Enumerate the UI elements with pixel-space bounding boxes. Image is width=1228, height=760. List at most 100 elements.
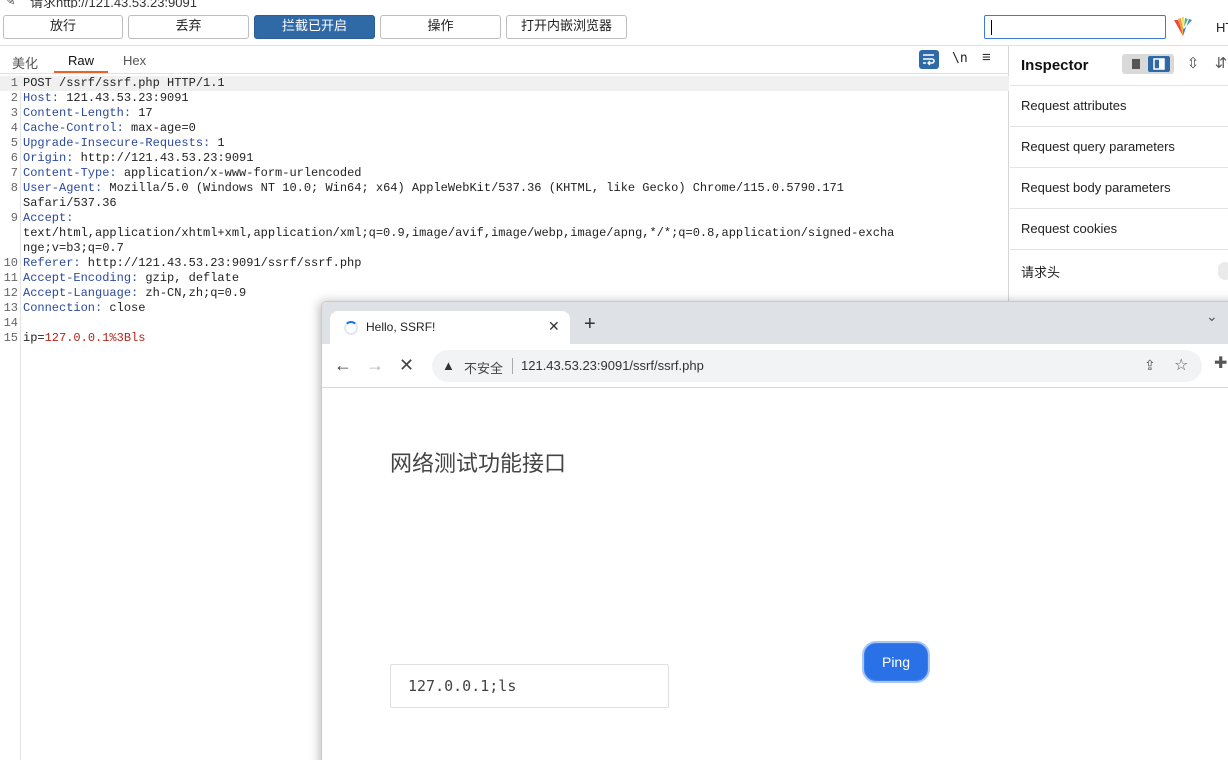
search-input[interactable] [984, 15, 1166, 39]
line-content: Origin: http://121.43.53.23:9091 [23, 151, 253, 166]
drop-button[interactable]: 丢弃 [128, 15, 249, 39]
code-line[interactable]: 6 Origin: http://121.43.53.23:9091 [0, 151, 1009, 166]
inspector-row-request-attributes[interactable]: Request attributes [1010, 85, 1228, 126]
address-divider [512, 358, 513, 374]
browser-tab-strip: Hello, SSRF! ✕ + ⌄ [322, 302, 1228, 344]
header-key: Upgrade-Insecure-Requests: [23, 136, 211, 150]
intercept-toggle-button[interactable]: 拦截已开启 [254, 15, 375, 39]
line-content: Referer: http://121.43.53.23:9091/ssrf/s… [23, 256, 361, 271]
extensions-puzzle-icon[interactable]: ✚ [1214, 353, 1227, 373]
tab-pretty[interactable]: 美化 [12, 53, 38, 72]
chevron-down-icon[interactable]: ⌄ [1206, 308, 1218, 325]
code-line[interactable]: 10 Referer: http://121.43.53.23:9091/ssrf… [0, 256, 1009, 271]
line-number: 3 [10, 106, 18, 120]
wrap-icon [923, 54, 935, 66]
tab-hex[interactable]: Hex [123, 53, 146, 68]
line-number: 2 [10, 91, 18, 105]
browser-tab[interactable]: Hello, SSRF! ✕ [330, 311, 570, 344]
header-key: Connection: [23, 301, 103, 315]
collapse-all-icon[interactable]: ⇵ [1212, 54, 1228, 74]
header-key: Accept-Language: [23, 286, 139, 300]
warning-icon[interactable]: ▲ [442, 358, 455, 373]
header-key: User-Agent: [23, 181, 103, 195]
code-line[interactable]: 5 Upgrade-Insecure-Requests: 1 [0, 136, 1009, 151]
pencil-icon: ✎ [4, 0, 16, 8]
inspector-row-cookies[interactable]: Request cookies [1010, 208, 1228, 249]
open-browser-button[interactable]: 打开内嵌浏览器 [506, 15, 627, 39]
request-title-bar: ✎ 请求http://121.43.53.23:9091 [0, 0, 1228, 8]
bookmark-star-icon[interactable]: ☆ [1174, 355, 1188, 375]
line-number: 14 [3, 316, 18, 330]
code-line[interactable]: 9 Accept: [0, 211, 1009, 226]
header-key: Cache-Control: [23, 121, 124, 135]
inspector-row-query-params[interactable]: Request query parameters [1010, 126, 1228, 167]
line-number: 6 [10, 151, 18, 165]
ip-input[interactable]: 127.0.0.1;ls [390, 664, 669, 708]
inspector-layout-toggle[interactable] [1122, 54, 1174, 74]
code-line[interactable]: 8 User-Agent: Mozilla/5.0 (Windows NT 10.… [0, 181, 1009, 196]
header-key: Host: [23, 91, 60, 105]
address-bar[interactable]: ▲ 不安全 121.43.53.23:9091/ssrf/ssrf.php ⇪ … [432, 350, 1202, 382]
code-line[interactable]: 4 Cache-Control: max-age=0 [0, 121, 1009, 136]
tab-raw[interactable]: Raw [68, 53, 94, 68]
editor-tabs: 美化 Raw Hex \n ≡ [0, 46, 1009, 74]
newline-toggle-button[interactable]: \n [952, 51, 968, 66]
code-line[interactable]: nge;v=b3;q=0.7 [0, 241, 1009, 256]
word-wrap-button[interactable] [919, 50, 939, 69]
inspector-row-label: Request attributes [1021, 98, 1127, 113]
inspector-title: Inspector [1021, 57, 1089, 74]
code-line[interactable]: text/html,application/xhtml+xml,applicat… [0, 226, 1009, 241]
line-content: Upgrade-Insecure-Requests: 1 [23, 136, 225, 151]
action-button[interactable]: 操作 [380, 15, 501, 39]
close-tab-icon[interactable]: ✕ [548, 318, 560, 335]
url-text[interactable]: 121.43.53.23:9091/ssrf/ssrf.php [521, 358, 704, 373]
header-value: text/html,application/xhtml+xml,applicat… [23, 226, 895, 240]
inspector-row-body-params[interactable]: Request body parameters [1010, 167, 1228, 208]
new-tab-icon[interactable]: + [584, 314, 596, 334]
header-value: nge;v=b3;q=0.7 [23, 241, 124, 255]
code-line[interactable]: 1 POST /ssrf/ssrf.php HTTP/1.1 [0, 76, 1009, 91]
header-value: 1 [210, 136, 225, 150]
code-line[interactable]: 3 Content-Length: 17 [0, 106, 1009, 121]
layout-side-icon[interactable] [1148, 56, 1170, 72]
line-content: Content-Length: 17 [23, 106, 153, 121]
code-line[interactable]: 7 Content-Type: application/x-www-form-ur… [0, 166, 1009, 181]
line-content: POST /ssrf/ssrf.php HTTP/1.1 [23, 76, 225, 91]
inspector-row-headers[interactable]: 请求头 [1010, 249, 1228, 290]
ht-label: HT [1216, 20, 1228, 35]
line-number: 15 [3, 331, 18, 345]
stop-loading-icon[interactable]: ✕ [399, 354, 414, 376]
line-content: Safari/537.36 [23, 196, 117, 211]
request-title: 请求http://121.43.53.23:9091 [30, 0, 197, 8]
count-badge [1218, 262, 1228, 280]
body-param-value: 127.0.0.1%3Bls [44, 331, 146, 345]
loading-spinner-icon [344, 321, 358, 335]
active-tab-indicator [54, 71, 108, 73]
header-value: close [102, 301, 146, 315]
share-icon[interactable]: ⇪ [1144, 357, 1156, 374]
layout-list-icon[interactable] [1126, 58, 1146, 70]
code-line[interactable]: 2 Host: 121.43.53.23:9091 [0, 91, 1009, 106]
expand-all-icon[interactable]: ⇳ [1184, 54, 1202, 74]
header-value: zh-CN,zh;q=0.9 [138, 286, 247, 300]
hamburger-menu-icon[interactable]: ≡ [982, 49, 991, 66]
embedded-browser-window: Hello, SSRF! ✕ + ⌄ ← → ✕ ▲ 不安全 121.43.53… [321, 301, 1228, 760]
line-number: 1 [10, 76, 18, 90]
line-content: Cache-Control: max-age=0 [23, 121, 196, 136]
forward-button[interactable]: 放行 [3, 15, 123, 39]
header-key: Origin: [23, 151, 74, 165]
header-value: POST /ssrf/ssrf.php HTTP/1.1 [23, 76, 225, 90]
header-key: Accept: [23, 211, 74, 225]
not-secure-label[interactable]: 不安全 [464, 358, 503, 377]
line-content: Connection: close [23, 301, 145, 316]
code-line[interactable]: 12 Accept-Language: zh-CN,zh;q=0.9 [0, 286, 1009, 301]
back-arrow-icon[interactable]: ← [334, 354, 352, 376]
body-param-name: ip [23, 331, 38, 345]
code-line[interactable]: Safari/537.36 [0, 196, 1009, 211]
intercept-toolbar: 放行 丢弃 拦截已开启 操作 打开内嵌浏览器 HT [0, 8, 1228, 46]
line-content: text/html,application/xhtml+xml,applicat… [23, 226, 894, 241]
line-content: ip=127.0.0.1%3Bls [23, 331, 145, 346]
code-line[interactable]: 11 Accept-Encoding: gzip, deflate [0, 271, 1009, 286]
forward-arrow-icon[interactable]: → [366, 354, 384, 376]
ping-button[interactable]: Ping [862, 641, 930, 683]
